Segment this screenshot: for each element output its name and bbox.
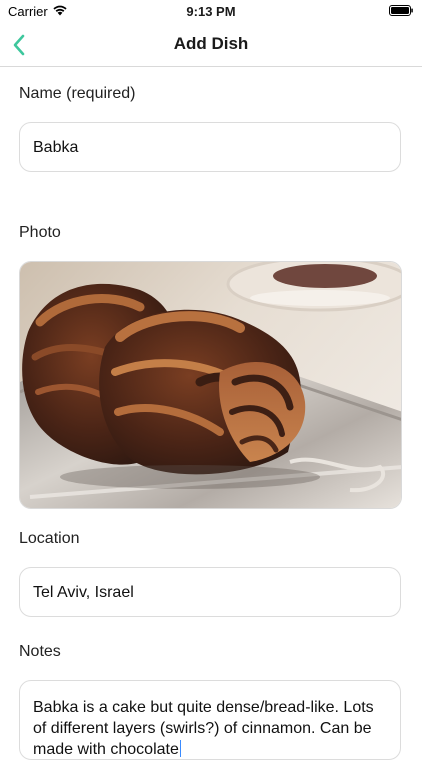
notes-value: Babka is a cake but quite dense/bread-li… [33,699,374,758]
babka-photo-image [20,262,401,508]
text-caret [179,740,181,757]
status-time: 9:13 PM [186,4,236,19]
location-field[interactable]: Tel Aviv, Israel [19,567,401,617]
dish-photo[interactable] [19,261,402,509]
navigation-bar: Add Dish [0,22,422,67]
photo-label: Photo [19,224,61,241]
status-bar: Carrier 9:13 PM [0,0,422,22]
notes-field[interactable]: Babka is a cake but quite dense/bread-li… [19,680,401,760]
name-value: Babka [33,139,79,156]
location-value: Tel Aviv, Israel [33,584,134,601]
location-label: Location [19,530,80,547]
battery-icon [389,5,413,16]
notes-label: Notes [19,643,61,660]
page-title: Add Dish [173,34,249,53]
name-field[interactable]: Babka [19,122,401,172]
name-label: Name (required) [19,85,136,102]
